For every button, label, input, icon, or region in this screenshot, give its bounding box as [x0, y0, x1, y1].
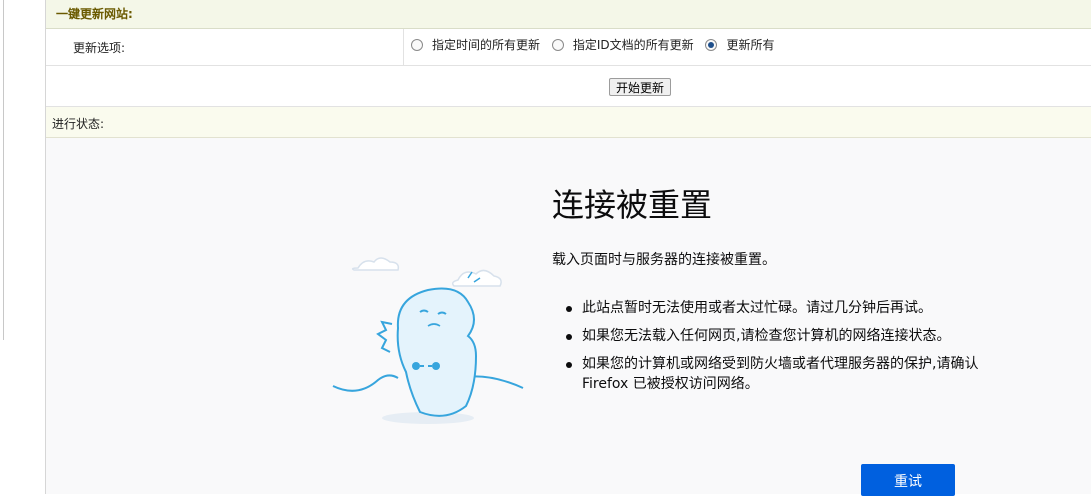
- radio-update-all[interactable]: 更新所有: [705, 36, 774, 53]
- status-label: 进行状态:: [52, 117, 105, 131]
- radio-label: 指定ID文档的所有更新: [572, 38, 694, 52]
- error-title: 连接被重置: [552, 186, 713, 224]
- list-item: 如果您的计算机或网络受到防火墙或者代理服务器的保护,请确认 Firefox 已被…: [566, 354, 1002, 394]
- panel-title: 一键更新网站:: [56, 7, 133, 21]
- radio-label: 更新所有: [726, 38, 775, 52]
- list-item: 此站点暂时无法使用或者太过忙碌。请过几分钟后再试。: [566, 298, 1002, 318]
- radio-button-checked-icon[interactable]: [705, 38, 718, 51]
- radio-label: 指定时间的所有更新: [432, 38, 541, 52]
- connection-reset-error-frame: 连接被重置 载入页面时与服务器的连接被重置。 此站点暂时无法使用或者太过忙碌。请…: [46, 138, 1091, 496]
- update-options-radio-group: 指定时间的所有更新 指定ID文档的所有更新 更新所有: [411, 36, 782, 54]
- left-frame-edge: [0, 0, 8, 494]
- update-panel: 一键更新网站: 更新选项: 指定时间的所有更新 指定ID文档的所有更新 更新所有…: [45, 0, 1091, 496]
- error-suggestions-list: 此站点暂时无法使用或者太过忙碌。请过几分钟后再试。 如果您无法载入任何网页,请检…: [552, 298, 1002, 402]
- radio-button-icon[interactable]: [551, 38, 564, 51]
- radio-by-id[interactable]: 指定ID文档的所有更新: [551, 36, 694, 53]
- start-update-button[interactable]: 开始更新: [609, 78, 672, 96]
- sad-dino-unplugged-icon: [332, 257, 524, 424]
- radio-button-icon[interactable]: [411, 38, 423, 51]
- list-item: 如果您无法载入任何网页,请检查您计算机的网络连接状态。: [566, 326, 1002, 346]
- error-description: 载入页面时与服务器的连接被重置。: [552, 252, 776, 268]
- radio-by-time[interactable]: 指定时间的所有更新: [411, 36, 540, 53]
- update-options-row: 更新选项: 指定时间的所有更新 指定ID文档的所有更新 更新所有: [46, 29, 1091, 66]
- options-label-cell: 更新选项:: [46, 29, 404, 65]
- options-label: 更新选项:: [73, 41, 126, 55]
- status-bar: 进行状态:: [46, 107, 1091, 138]
- panel-title-bar: 一键更新网站:: [46, 0, 1091, 29]
- retry-button[interactable]: 重试: [861, 464, 955, 496]
- start-row: 开始更新: [46, 66, 1091, 107]
